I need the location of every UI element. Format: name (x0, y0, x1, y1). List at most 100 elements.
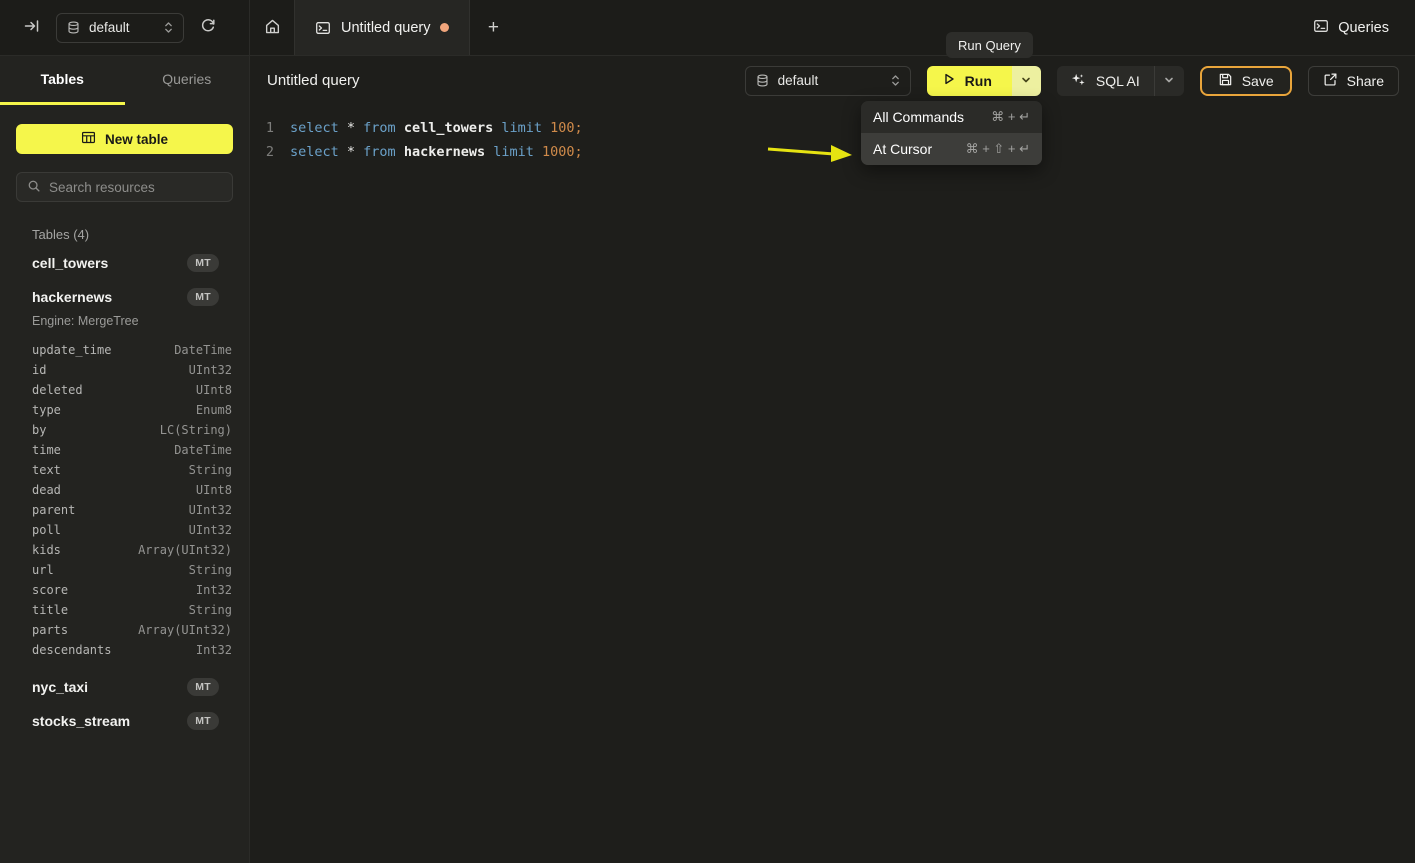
database-selector[interactable]: default (56, 13, 184, 43)
sql-ai-button[interactable]: SQL AI (1057, 66, 1154, 96)
column-row: kidsArray(UInt32) (0, 540, 249, 560)
run-split-button: Run (927, 66, 1041, 96)
terminal-icon (1313, 18, 1329, 38)
column-row: descendantsInt32 (0, 640, 249, 660)
new-table-button-label: New table (105, 132, 168, 147)
table-row[interactable]: nyc_taxiMT (0, 670, 249, 704)
sql-editor[interactable]: 1 select * from cell_towers limit 100; 2 se… (250, 105, 1415, 863)
line-number: 1 (250, 116, 274, 140)
column-type: DateTime (174, 443, 232, 457)
run-button[interactable]: Run (927, 66, 1012, 96)
table-row[interactable]: cell_towersMT (0, 246, 249, 280)
column-row: url String (0, 560, 249, 580)
column-name: deleted (32, 383, 83, 397)
home-button[interactable] (250, 0, 294, 55)
main-area: Untitled query default (250, 56, 1415, 863)
run-button-label: Run (965, 73, 992, 89)
queries-link-label: Queries (1338, 20, 1389, 36)
sidebar-tab-tables[interactable]: Tables (0, 56, 125, 105)
column-name: url (32, 563, 54, 577)
table-engine-label: Engine: MergeTree (0, 314, 249, 336)
home-icon (264, 18, 281, 38)
code-token: from (363, 144, 404, 160)
play-icon (942, 72, 956, 89)
column-row: deletedUInt8 (0, 380, 249, 400)
queries-link[interactable]: Queries (1313, 18, 1389, 38)
table-icon (81, 130, 96, 148)
sql-ai-button-label: SQL AI (1096, 73, 1140, 89)
column-type: Int32 (196, 583, 232, 597)
code-token: cell_towers (404, 120, 502, 136)
column-name: type (32, 403, 61, 417)
column-name: poll (32, 523, 61, 537)
code-token: from (363, 120, 404, 136)
column-type: UInt8 (196, 483, 232, 497)
column-name: text (32, 463, 61, 477)
code-text: select * from cell_towers limit 100; (290, 116, 583, 140)
share-button-label: Share (1347, 73, 1384, 89)
top-bar: default Untitled query (0, 0, 1415, 56)
share-icon (1323, 72, 1338, 90)
editor-actions: default Run (745, 66, 1399, 96)
sidebar-tab-queries[interactable]: Queries (125, 56, 250, 105)
engine-badge: MT (187, 712, 219, 730)
code-token: limit (501, 120, 550, 136)
save-button[interactable]: Save (1200, 66, 1292, 96)
sidebar-header: default (0, 0, 250, 55)
column-type: UInt32 (189, 503, 232, 517)
database-icon (756, 74, 769, 87)
run-menu-item[interactable]: At Cursor⌘ + ⇧ + ↵ (861, 133, 1042, 165)
search-input[interactable] (49, 180, 222, 195)
terminal-icon (315, 20, 331, 36)
tab-untitled-query[interactable]: Untitled query (294, 0, 470, 55)
column-name: update_time (32, 343, 111, 357)
column-name: by (32, 423, 46, 437)
chevron-down-icon (1164, 73, 1174, 88)
database-icon (67, 21, 80, 34)
column-row: score Int32 (0, 580, 249, 600)
database-selector-value: default (89, 20, 155, 35)
tables-section-label: Tables (4) (32, 227, 217, 242)
code-token: * (347, 120, 363, 136)
topbar-right: Queries (1313, 0, 1415, 55)
menu-item-label: All Commands (873, 109, 964, 125)
table-name: stocks_stream (32, 713, 130, 729)
code-token: ; (575, 144, 583, 160)
column-type: String (189, 603, 232, 617)
refresh-button[interactable] (196, 14, 220, 41)
run-menu-item[interactable]: All Commands⌘ + ↵ (861, 101, 1042, 133)
sql-ai-split-button: SQL AI (1057, 66, 1184, 96)
column-row: deadUInt8 (0, 480, 249, 500)
chevron-down-icon (1021, 73, 1031, 88)
chevron-updown-icon (891, 74, 900, 87)
collapse-sidebar-button[interactable] (20, 14, 44, 41)
table-row[interactable]: stocks_stream MT (0, 704, 249, 738)
share-button[interactable]: Share (1308, 66, 1399, 96)
database-selector[interactable]: default (745, 66, 911, 96)
new-table-button[interactable]: New table (16, 124, 233, 154)
line-number: 2 (250, 140, 274, 164)
sql-ai-options-button[interactable] (1154, 66, 1184, 96)
sparkles-icon (1071, 72, 1086, 90)
new-tab-button[interactable]: + (470, 0, 516, 55)
engine-badge: MT (187, 678, 219, 696)
column-name: score (32, 583, 68, 597)
column-row: pollUInt32 (0, 520, 249, 540)
table-row[interactable]: hackernewsMT (0, 280, 249, 314)
run-options-button[interactable] (1012, 66, 1041, 96)
tab-bar: Untitled query + (250, 0, 516, 55)
column-type: Int32 (196, 643, 232, 657)
code-token: * (347, 144, 363, 160)
save-button-label: Save (1242, 73, 1274, 89)
code-token: limit (493, 144, 542, 160)
run-menu: All Commands⌘ + ↵At Cursor⌘ + ⇧ + ↵ (861, 101, 1042, 165)
tables-list: cell_towersMThackernewsMTEngine: MergeTr… (0, 246, 249, 758)
column-type: DateTime (174, 343, 232, 357)
column-name: kids (32, 543, 61, 557)
code-token: select (290, 120, 347, 136)
column-type: String (189, 563, 232, 577)
collapse-sidebar-icon (24, 18, 40, 37)
search-box (16, 172, 233, 202)
sidebar: Tables Queries New table Tables (4) cell… (0, 56, 250, 863)
column-name: parts (32, 623, 68, 637)
